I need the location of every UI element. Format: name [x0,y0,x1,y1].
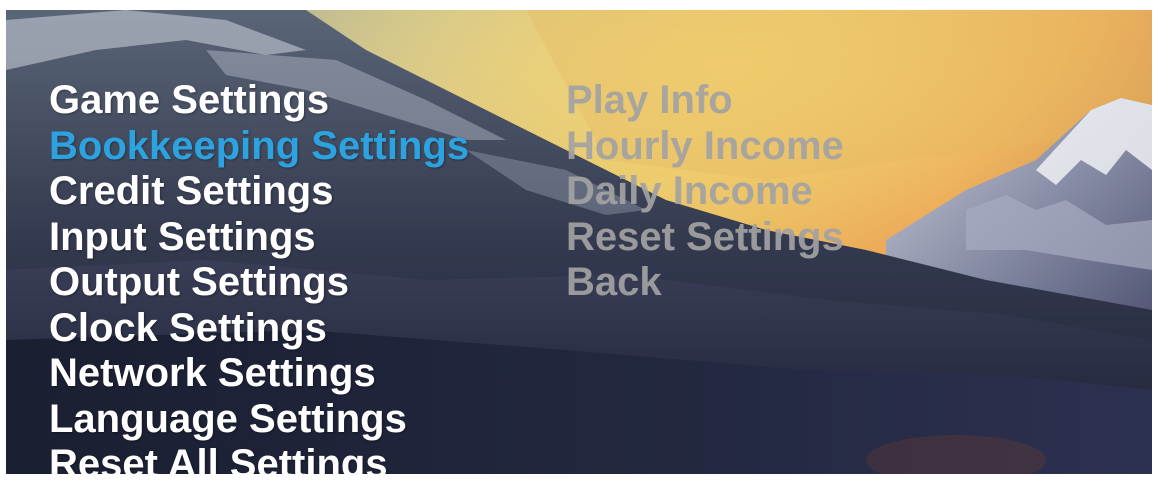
menu-item-input-settings[interactable]: Input Settings [49,215,469,261]
menu-item-bookkeeping-settings[interactable]: Bookkeeping Settings [49,124,469,170]
menu-item-clock-settings[interactable]: Clock Settings [49,306,469,352]
submenu-item-back[interactable]: Back [566,260,844,306]
submenu-item-hourly-income[interactable]: Hourly Income [566,124,844,170]
bookkeeping-submenu: Play Info Hourly Income Daily Income Res… [566,78,844,306]
submenu-item-daily-income[interactable]: Daily Income [566,169,844,215]
menu-item-reset-all-settings[interactable]: Reset All Settings [49,442,469,474]
submenu-item-play-info[interactable]: Play Info [566,78,844,124]
settings-menu: Game Settings Bookkeeping Settings Credi… [49,78,469,474]
menu-item-language-settings[interactable]: Language Settings [49,397,469,443]
menu-item-game-settings[interactable]: Game Settings [49,78,469,124]
game-menu-screen: Game Settings Bookkeeping Settings Credi… [6,10,1152,474]
menu-item-credit-settings[interactable]: Credit Settings [49,169,469,215]
menu-item-output-settings[interactable]: Output Settings [49,260,469,306]
menu-item-network-settings[interactable]: Network Settings [49,351,469,397]
submenu-item-reset-settings[interactable]: Reset Settings [566,215,844,261]
